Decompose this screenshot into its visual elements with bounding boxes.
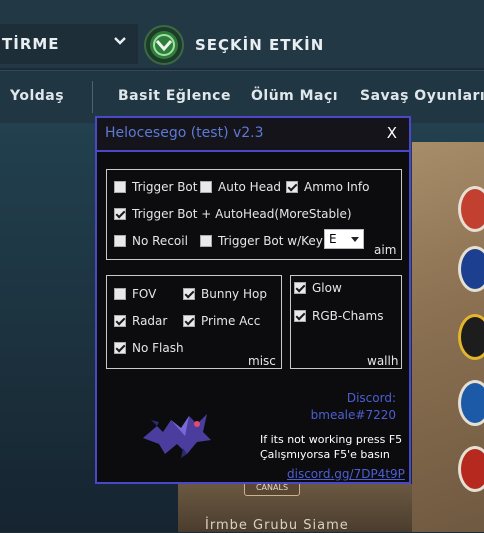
ammo-info-checkbox[interactable]: Ammo Info [286,180,369,194]
nav-item-savas-oyunlari[interactable]: Savaş Oyunları [360,88,484,104]
checkbox-box [200,235,212,247]
hint-turkish: Çalışmıyorsa F5'e basın [260,448,390,461]
trigger-bot-checkbox[interactable]: Trigger Bot [114,180,197,194]
checkbox-box [114,181,126,193]
checkbox-label: RGB-Chams [312,309,384,323]
discord-username: bmeale#7220 [310,408,396,422]
checkbox-box [200,181,212,193]
hint-english: If its not working press F5 [260,433,403,446]
trigger-bot-autohead-checkbox[interactable]: Trigger Bot + AutoHead(MoreStable) [114,207,352,221]
nav-item-basit-eglence[interactable]: Basit Eğlence [118,88,231,104]
aim-group-label: aim [374,243,397,257]
cheat-window: Helocesego (test) v2.3 X Trigger Bot Aut… [95,116,411,484]
no-flash-checkbox[interactable]: No Flash [114,341,184,355]
checkbox-box [114,288,126,300]
checkbox-label: Bunny Hop [201,287,267,301]
checkbox-box [114,208,126,220]
rank-name: SEÇKİN ETKİN [195,36,325,54]
wallhack-group-label: wallh [367,354,399,368]
checkbox-label: Radar [132,314,168,328]
prime-acc-checkbox[interactable]: Prime Acc [183,314,260,328]
team-emblem-icon[interactable] [458,380,484,426]
checkbox-label: Auto Head [218,180,282,194]
chevron-down-icon [351,237,359,242]
close-button[interactable]: X [387,124,397,142]
team-emblem-icon[interactable] [458,314,484,360]
dragon-mascot-icon [143,414,211,458]
checkbox-label: No Flash [132,341,184,355]
auto-head-checkbox[interactable]: Auto Head [200,180,281,194]
team-emblem-icon[interactable] [458,246,484,292]
misc-group-label: misc [248,354,276,368]
checkbox-label: Trigger Bot + AutoHead(MoreStable) [132,207,352,221]
team-emblem-icon[interactable] [458,446,484,492]
cheat-title: Helocesego (test) v2.3 [105,125,264,141]
checkbox-label: FOV [132,287,157,301]
cheat-title-bar[interactable]: Helocesego (test) v2.3 X [97,118,409,152]
checkbox-label: Ammo Info [304,180,370,194]
trigger-bot-key-checkbox[interactable]: Trigger Bot w/Key [200,234,323,248]
trigger-key-select[interactable]: E [324,229,364,249]
mode-label: TİRME [2,35,60,53]
checkbox-label: Trigger Bot w/Key [218,234,323,248]
checkbox-label: Glow [312,281,342,295]
nav-item-olum-maci[interactable]: Ölüm Maçı [251,88,338,104]
mode-dropdown[interactable]: TİRME [0,24,138,64]
checkbox-label: No Recoil [132,234,188,248]
trigger-key-value: E [329,232,337,246]
checkbox-label: Prime Acc [201,314,261,328]
glow-checkbox[interactable]: Glow [294,281,342,295]
bunny-hop-checkbox[interactable]: Bunny Hop [183,287,267,301]
discord-invite-link[interactable]: discord.gg/7DP4t9P [287,467,405,481]
checkbox-box [114,315,126,327]
checkbox-box [114,342,126,354]
checkbox-box [183,315,195,327]
checkbox-label: Trigger Bot [132,180,198,194]
checkbox-box [114,235,126,247]
nav-divider [92,81,93,113]
fov-checkbox[interactable]: FOV [114,287,156,301]
checkbox-box [286,181,298,193]
no-recoil-checkbox[interactable]: No Recoil [114,234,188,248]
rank-badge-icon [144,25,184,65]
discord-label: Discord: [346,391,396,405]
checkbox-box [183,288,195,300]
team-emblem-icon[interactable] [458,186,484,232]
checkbox-box [294,310,306,322]
radar-checkbox[interactable]: Radar [114,314,167,328]
rgb-chams-checkbox[interactable]: RGB-Chams [294,309,383,323]
chevron-down-icon [114,37,126,45]
nav-item-yoldas[interactable]: Yoldaş [10,88,64,104]
checkbox-box [294,282,306,294]
map-group-name: İrmbe Grubu Siame [205,518,349,533]
